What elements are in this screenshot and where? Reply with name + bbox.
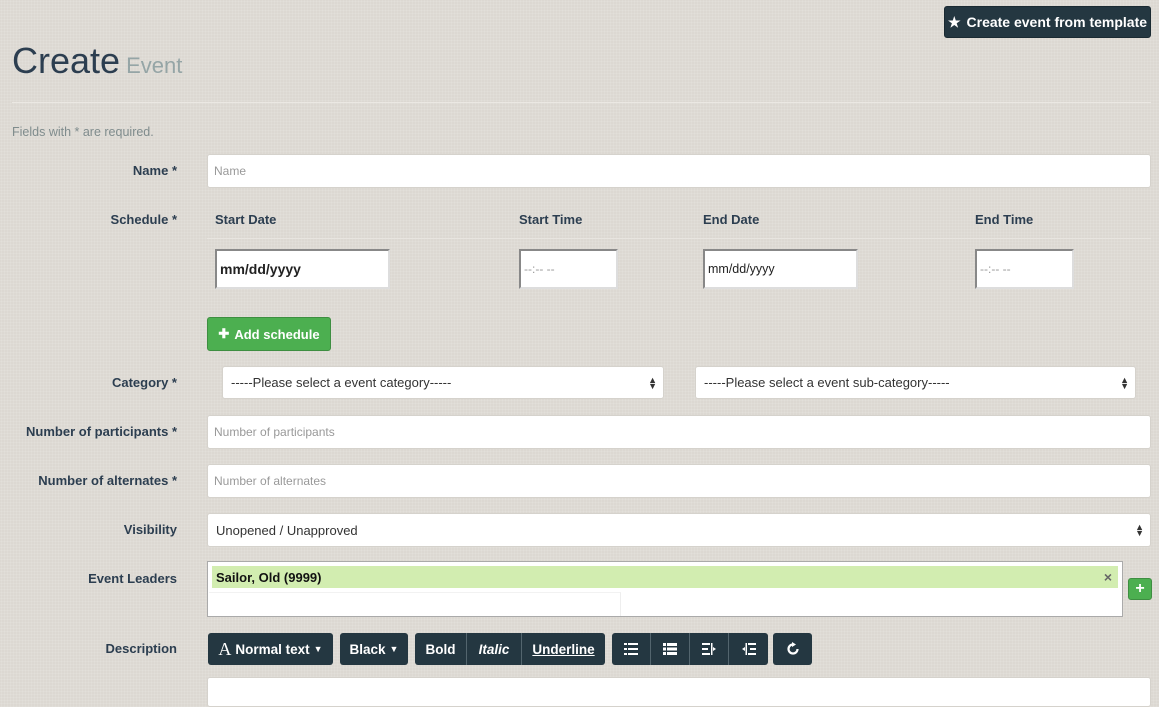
subcategory-select[interactable]: -----Please select a event sub-category-… xyxy=(695,366,1136,399)
start-time-header: Start Time xyxy=(519,212,583,227)
schedule-label: Schedule * xyxy=(110,212,177,227)
category-select-value: -----Please select a event category----- xyxy=(231,375,452,390)
font-style-label: Normal text xyxy=(235,641,310,657)
end-date-header: End Date xyxy=(703,212,760,227)
create-from-template-button[interactable]: ★ Create event from template xyxy=(944,6,1151,38)
start-date-input[interactable]: mm/dd/yyyy xyxy=(215,249,390,289)
schedule-divider xyxy=(207,238,1151,239)
italic-button[interactable]: Italic xyxy=(467,633,522,665)
font-icon: A xyxy=(218,638,232,659)
numbered-list-icon xyxy=(663,643,677,655)
required-note: Fields with * are required. xyxy=(12,125,154,139)
end-date-input[interactable]: mm/dd/yyyy xyxy=(703,249,858,289)
star-icon: ★ xyxy=(947,13,961,30)
name-input[interactable]: Name xyxy=(207,154,1151,188)
visibility-select-value: Unopened / Unapproved xyxy=(216,522,358,538)
select-arrows-icon: ▲ ▼ xyxy=(1120,374,1129,391)
text-color-dropdown[interactable]: Black ▼ xyxy=(340,633,408,665)
header-divider xyxy=(12,102,1151,103)
outdent-icon xyxy=(702,643,716,655)
page-title-main: Create xyxy=(12,40,121,81)
create-from-template-label: Create event from template xyxy=(966,14,1148,30)
plus-icon: ✚ xyxy=(218,326,230,341)
page-title: Create Event xyxy=(12,40,182,82)
visibility-select[interactable]: Unopened / Unapproved ▲ ▼ xyxy=(207,513,1151,547)
alternates-label: Number of alternates * xyxy=(38,473,177,488)
subcategory-select-value: -----Please select a event sub-category-… xyxy=(704,375,950,390)
start-date-header: Start Date xyxy=(215,212,277,227)
font-style-dropdown[interactable]: A Normal text ▼ xyxy=(208,633,333,665)
alternates-input[interactable]: Number of alternates xyxy=(207,464,1151,498)
indent-icon xyxy=(741,643,756,655)
bold-button[interactable]: Bold xyxy=(415,633,467,665)
participants-input[interactable]: Number of participants xyxy=(207,415,1151,449)
add-schedule-button[interactable]: ✚ Add schedule xyxy=(207,317,331,351)
end-time-input[interactable]: --:-- -- xyxy=(975,249,1074,289)
participants-label: Number of participants * xyxy=(26,424,177,439)
add-schedule-label: Add schedule xyxy=(234,326,320,342)
remove-leader-icon[interactable]: × xyxy=(1104,569,1112,585)
leader-search-input[interactable] xyxy=(209,592,621,616)
name-label: Name * xyxy=(132,163,177,178)
list-icon xyxy=(624,643,638,655)
category-label: Category * xyxy=(111,375,177,390)
leader-tag[interactable]: Sailor, Old (9999) × xyxy=(212,566,1118,588)
add-leader-button[interactable]: + xyxy=(1128,578,1152,600)
undo-icon xyxy=(786,642,799,655)
underline-button[interactable]: Underline xyxy=(522,633,605,665)
description-editor[interactable] xyxy=(207,677,1151,707)
text-color-label: Black xyxy=(349,641,386,657)
unordered-list-button[interactable] xyxy=(612,633,651,665)
select-arrows-icon: ▲ ▼ xyxy=(648,374,657,391)
start-time-input[interactable]: --:-- -- xyxy=(519,249,618,289)
event-leaders-field[interactable]: Sailor, Old (9999) × xyxy=(207,561,1123,617)
visibility-label: Visibility xyxy=(123,522,177,537)
outdent-button[interactable] xyxy=(690,633,729,665)
undo-button[interactable] xyxy=(773,633,812,665)
caret-down-icon: ▼ xyxy=(313,644,323,654)
description-label: Description xyxy=(105,641,177,656)
end-time-header: End Time xyxy=(975,212,1034,227)
indent-button[interactable] xyxy=(729,633,768,665)
select-arrows-icon: ▲ ▼ xyxy=(1135,522,1144,538)
leader-name: Sailor, Old (9999) xyxy=(216,569,322,585)
category-select[interactable]: -----Please select a event category-----… xyxy=(222,366,664,399)
page-title-subtitle: Event xyxy=(126,53,183,78)
ordered-list-button[interactable] xyxy=(651,633,690,665)
caret-down-icon: ▼ xyxy=(389,644,399,654)
event-leaders-label: Event Leaders xyxy=(88,571,177,586)
